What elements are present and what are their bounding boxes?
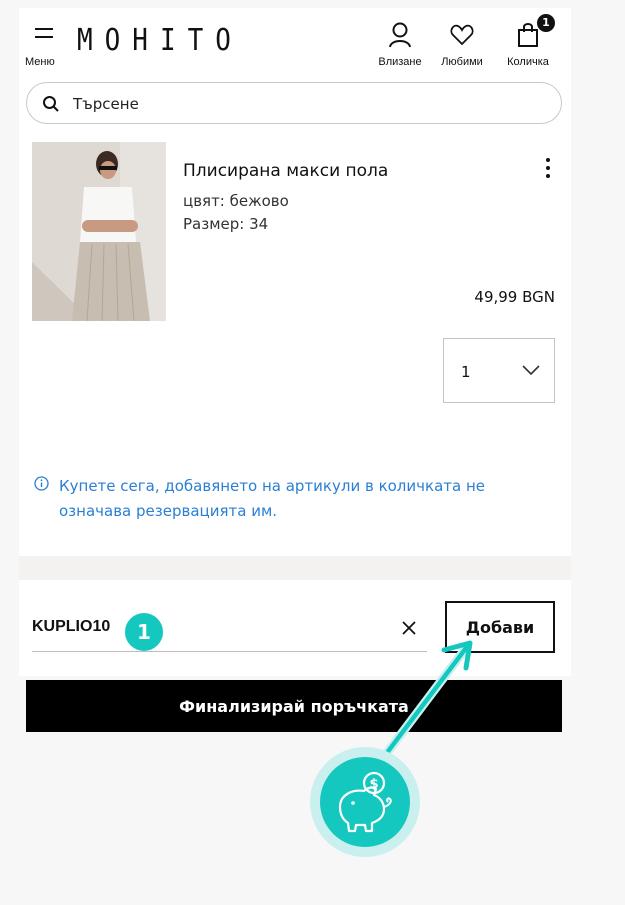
piggy-bank-badge: $	[310, 747, 420, 857]
svg-text:$: $	[369, 777, 378, 792]
arrow-icon	[375, 640, 473, 767]
piggy-bank-icon: $	[338, 771, 392, 833]
